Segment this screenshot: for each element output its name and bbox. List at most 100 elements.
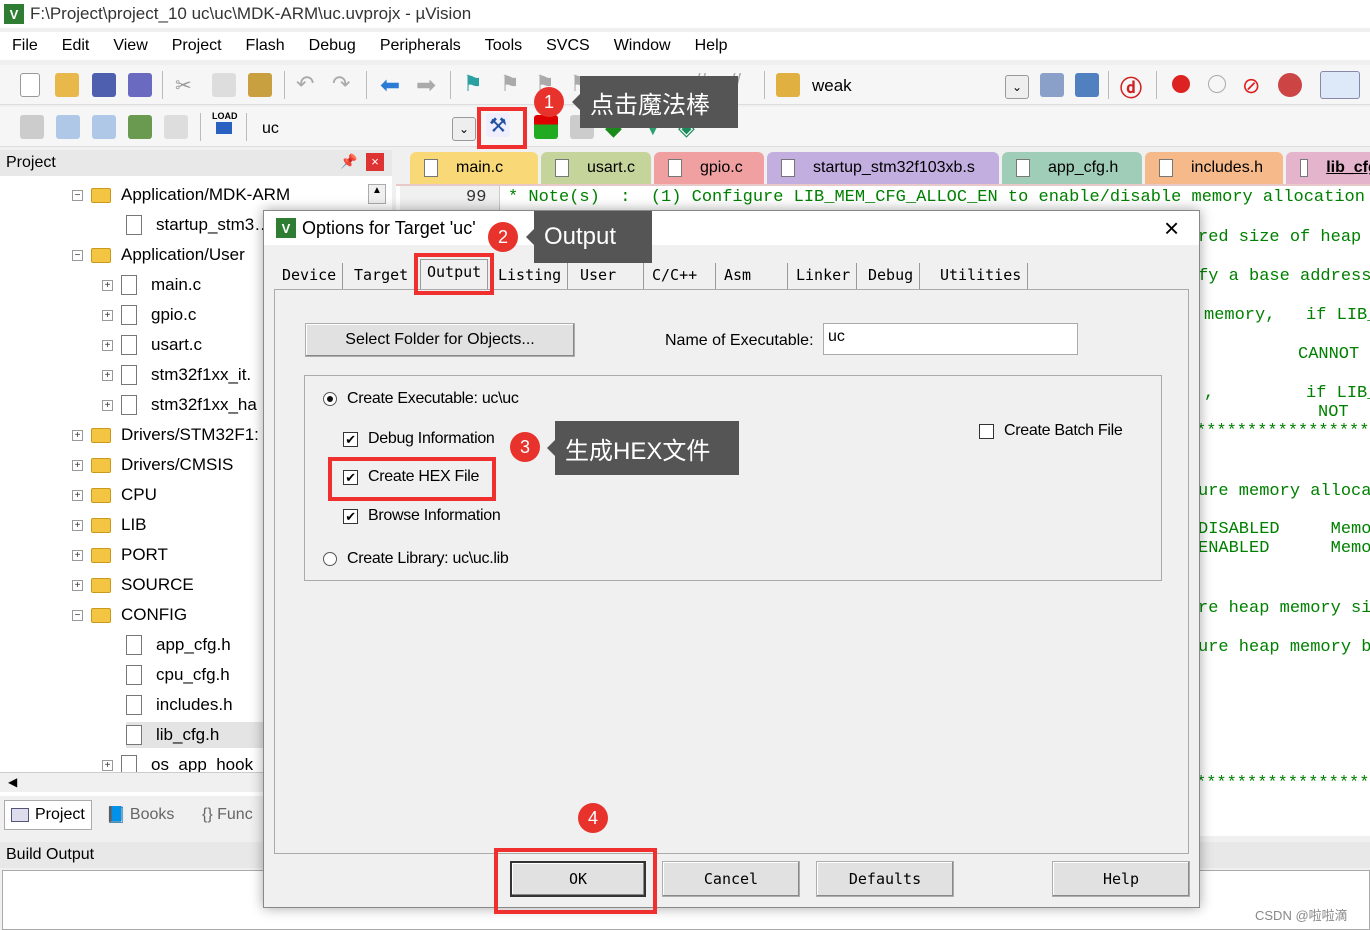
browse-information-checkbox[interactable]: ✔ Browse Information xyxy=(343,507,501,525)
editor-tab-lib-cfg-active[interactable]: lib_cfg.h xyxy=(1286,152,1370,184)
menu-window[interactable]: Window xyxy=(602,37,683,55)
tab-listing[interactable]: Listing xyxy=(492,263,569,289)
file-icon xyxy=(1159,159,1173,177)
editor-tab-includes[interactable]: includes.h xyxy=(1145,152,1283,184)
tree-item[interactable]: − Application/User xyxy=(72,242,245,268)
menu-peripherals[interactable]: Peripherals xyxy=(368,37,473,55)
copy-icon[interactable] xyxy=(212,73,236,97)
tree-item[interactable]: + gpio.c xyxy=(102,302,196,328)
window-layout-icon[interactable] xyxy=(1320,71,1360,99)
tab-books[interactable]: 📘 Books xyxy=(100,800,180,830)
find-dropdown-chevron-icon[interactable]: ⌄ xyxy=(1005,75,1029,99)
editor-tab-app-cfg[interactable]: app_cfg.h xyxy=(1002,152,1142,184)
open-folder-icon[interactable] xyxy=(55,73,79,97)
menu-help[interactable]: Help xyxy=(683,37,740,55)
close-dialog-icon[interactable]: × xyxy=(1164,213,1179,244)
stop-build-icon[interactable] xyxy=(164,115,188,139)
editor-tab-startup[interactable]: startup_stm32f103xb.s xyxy=(767,152,999,184)
tab-user[interactable]: User xyxy=(574,263,644,289)
menu-edit[interactable]: Edit xyxy=(50,37,102,55)
new-file-icon[interactable] xyxy=(20,73,40,97)
tree-item[interactable]: + main.c xyxy=(102,272,201,298)
find-in-files-icon[interactable] xyxy=(776,73,800,97)
create-batch-file-checkbox[interactable]: Create Batch File xyxy=(979,422,1123,440)
paste-icon[interactable] xyxy=(248,73,272,97)
build-icon[interactable] xyxy=(56,115,80,139)
close-panel-icon[interactable]: × xyxy=(366,153,384,171)
menu-view[interactable]: View xyxy=(101,37,159,55)
save-all-icon[interactable] xyxy=(128,73,152,97)
tab-project[interactable]: Project xyxy=(4,800,92,830)
create-executable-radio[interactable]: Create Executable: uc\uc xyxy=(323,390,519,408)
scroll-up-arrow[interactable]: ▲ xyxy=(368,184,386,204)
tree-item[interactable]: + PORT xyxy=(72,542,168,568)
defaults-button[interactable]: Defaults xyxy=(816,861,954,897)
select-folder-button[interactable]: Select Folder for Objects... xyxy=(305,323,575,357)
menu-tools[interactable]: Tools xyxy=(473,37,534,55)
kill-all-breakpoints-icon[interactable] xyxy=(1278,73,1302,97)
tab-device[interactable]: Device xyxy=(276,263,344,289)
tree-item[interactable]: cpu_cfg.h xyxy=(126,662,230,688)
menu-file[interactable]: File xyxy=(0,37,50,55)
help-button[interactable]: Help xyxy=(1052,861,1190,897)
manage-project-items-icon[interactable] xyxy=(534,115,558,139)
tab-target[interactable]: Target xyxy=(348,263,416,289)
name-of-executable-input[interactable]: uc xyxy=(823,323,1078,355)
annotation-highlight-ok xyxy=(494,848,657,914)
find-icon[interactable] xyxy=(1040,73,1064,97)
incremental-find-icon[interactable] xyxy=(1075,73,1099,97)
tree-item[interactable]: + stm32f1xx_it. xyxy=(102,362,251,388)
target-select-value[interactable]: uc xyxy=(262,120,279,138)
cancel-button[interactable]: Cancel xyxy=(662,861,800,897)
disable-breakpoint-icon[interactable] xyxy=(1208,75,1226,93)
menu-svcs[interactable]: SVCS xyxy=(534,37,602,55)
breakpoint-icon[interactable] xyxy=(1172,75,1190,93)
translate-icon[interactable] xyxy=(20,115,44,139)
tree-item-selected[interactable]: lib_cfg.h xyxy=(126,722,266,748)
tree-item[interactable]: app_cfg.h xyxy=(126,632,231,658)
editor-tab-main-c[interactable]: main.c xyxy=(410,152,538,184)
tab-functions[interactable]: {} Func xyxy=(196,800,259,830)
forward-arrow-icon[interactable]: ➡ xyxy=(416,71,440,99)
editor-tab-usart-c[interactable]: usart.c xyxy=(541,152,651,184)
tab-asm[interactable]: Asm xyxy=(718,263,788,289)
load-download-icon[interactable]: LOAD xyxy=(212,111,238,135)
tree-item[interactable]: + stm32f1xx_ha xyxy=(102,392,257,418)
tree-item[interactable]: + usart.c xyxy=(102,332,202,358)
redo-icon[interactable]: ↷ xyxy=(332,71,356,96)
menu-debug[interactable]: Debug xyxy=(297,37,368,55)
debug-information-checkbox[interactable]: ✔ Debug Information xyxy=(343,430,495,448)
pin-icon[interactable]: 📌 xyxy=(340,153,357,170)
tree-item[interactable]: + Drivers/CMSIS xyxy=(72,452,233,478)
tree-item[interactable]: + CPU xyxy=(72,482,157,508)
debug-session-icon[interactable]: ⓓ xyxy=(1120,71,1144,101)
menu-flash[interactable]: Flash xyxy=(234,37,297,55)
tree-item[interactable]: + SOURCE xyxy=(72,572,194,598)
tree-item[interactable]: + LIB xyxy=(72,512,147,538)
disable-all-breakpoints-icon[interactable]: ⊘ xyxy=(1242,73,1266,98)
editor-tab-gpio-c[interactable]: gpio.c xyxy=(654,152,764,184)
tree-item[interactable]: startup_stm3… xyxy=(126,212,271,238)
undo-icon[interactable]: ↶ xyxy=(296,71,320,96)
tab-linker[interactable]: Linker xyxy=(790,263,858,289)
back-arrow-icon[interactable]: ⬅ xyxy=(380,71,404,99)
uvision-logo-icon: V xyxy=(4,4,24,24)
prev-bookmark-icon[interactable]: ⚑ xyxy=(500,71,524,96)
tree-item[interactable]: + Drivers/STM32F1: xyxy=(72,422,259,448)
target-dropdown-chevron-icon[interactable]: ⌄ xyxy=(452,117,476,141)
save-icon[interactable] xyxy=(92,73,116,97)
tab-c-cpp[interactable]: C/C++ xyxy=(646,263,716,289)
create-library-radio[interactable]: Create Library: uc\uc.lib xyxy=(323,550,509,568)
tab-utilities[interactable]: Utilities xyxy=(934,263,1029,289)
tree-item[interactable]: includes.h xyxy=(126,692,233,718)
bookmark-icon[interactable]: ⚑ xyxy=(463,71,487,96)
batch-build-icon[interactable] xyxy=(128,115,152,139)
menu-project[interactable]: Project xyxy=(160,37,234,55)
tab-debug[interactable]: Debug xyxy=(862,263,921,289)
folder-open-icon xyxy=(91,247,111,263)
tree-item[interactable]: − Application/MDK-ARM xyxy=(72,182,290,208)
tree-item[interactable]: − CONFIG xyxy=(72,602,187,628)
rebuild-icon[interactable] xyxy=(92,115,116,139)
cut-icon[interactable]: ✂ xyxy=(175,73,199,97)
find-combo-value[interactable]: weak xyxy=(812,76,852,96)
